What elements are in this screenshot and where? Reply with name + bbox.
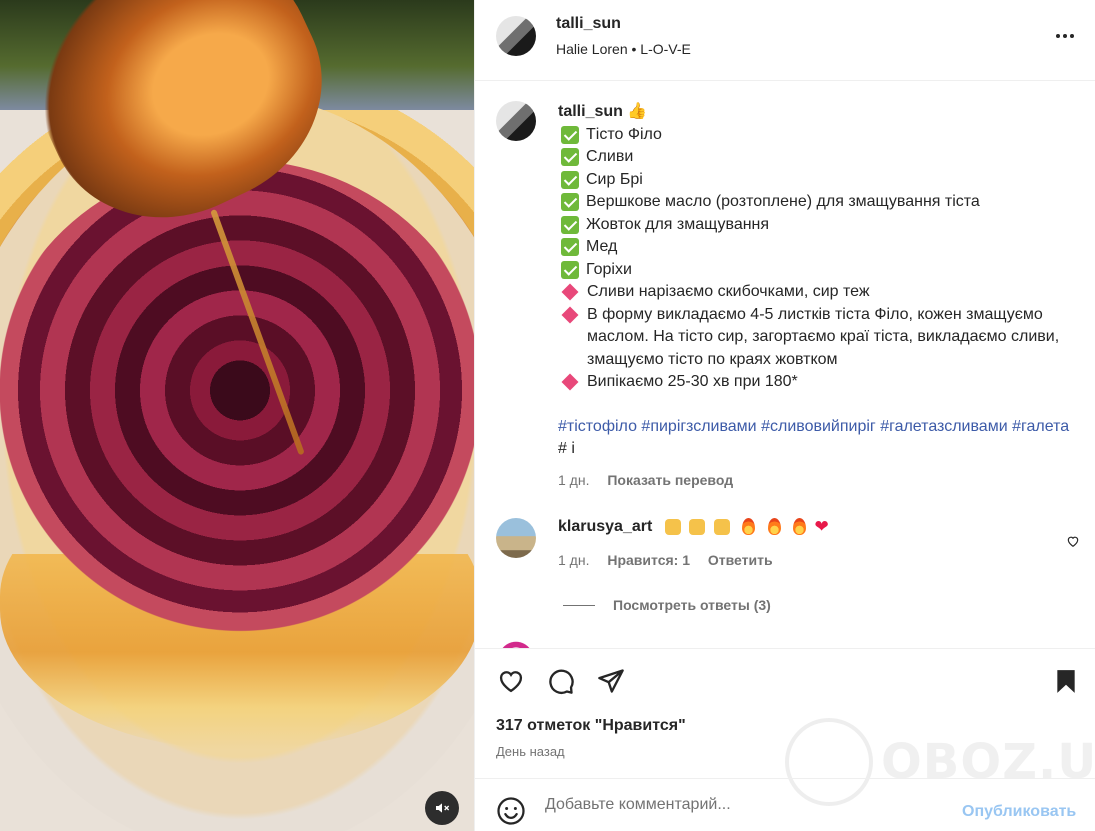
comment-meta: 1 дн. Нравится: 1 Ответить — [558, 552, 1038, 568]
like-button[interactable] — [496, 667, 526, 700]
check-mark-icon — [561, 238, 579, 256]
view-replies-label: Посмотреть ответы (3) — [613, 597, 771, 613]
comment-button[interactable] — [546, 667, 576, 700]
step-line: Сливи нарізаємо скибочками, сир теж — [558, 281, 1078, 304]
hashtag-link[interactable]: #пирігзсливами — [641, 418, 756, 435]
ingredient-text: Горіхи — [586, 260, 632, 278]
likes-count[interactable]: 317 отметок "Нравится" — [496, 717, 686, 735]
view-replies-button[interactable]: Посмотреть ответы (3) — [563, 597, 771, 613]
step-line: Випікаємо 25-30 хв при 180* — [558, 371, 1078, 394]
comment-time[interactable]: 1 дн. — [558, 552, 589, 568]
comment-input[interactable] — [545, 792, 955, 818]
next-comment-avatar-partial — [496, 639, 536, 648]
post-header: talli_sun Halie Loren • L-O-V-E — [475, 0, 1095, 81]
hashtags: #тістофіло #пирігзсливами #сливовийпиріг… — [558, 416, 1078, 461]
ingredient-line: Сливи — [558, 146, 1078, 169]
diamond-icon — [561, 373, 579, 391]
check-mark-icon — [561, 215, 579, 234]
mute-button[interactable] — [425, 791, 459, 825]
comment-body: klarusya_art ❤ 1 дн. Нравится: 1 Ответит… — [558, 518, 1038, 568]
ingredient-text: Вершкове масло (розтоплене) для змащуван… — [586, 193, 980, 210]
step-line: В форму викладаємо 4-5 листків тіста Філ… — [558, 304, 1078, 372]
muted-speaker-icon — [436, 803, 450, 813]
caption-author-avatar[interactable] — [496, 101, 536, 141]
hashtag-link[interactable]: #тістофіло — [558, 418, 637, 435]
hashtag-link[interactable]: #галетазсливами — [880, 418, 1007, 435]
author-username[interactable]: talli_sun — [556, 15, 621, 33]
reply-button[interactable]: Ответить — [708, 552, 773, 568]
ingredient-line: Вершкове масло (розтоплене) для змащуван… — [558, 191, 1078, 214]
post-time[interactable]: День назад — [496, 744, 565, 759]
caption-username[interactable]: talli_sun — [558, 103, 623, 120]
caption-body: talli_sun 👍 Тісто Філо Сливи Сир Брі Вер… — [558, 101, 1078, 491]
check-mark-icon — [561, 148, 579, 166]
add-comment-bar: Опубликовать — [475, 778, 1095, 831]
next-commenter-avatar — [496, 639, 536, 648]
more-dot-icon — [1070, 34, 1074, 38]
more-dot-icon — [1063, 34, 1067, 38]
ingredient-line: Сир Брі — [558, 169, 1078, 192]
check-mark-icon — [561, 125, 579, 144]
diamond-icon — [561, 283, 579, 301]
heart-outline-icon — [1067, 536, 1079, 547]
caption-time[interactable]: 1 дн. — [558, 472, 589, 488]
commenter-avatar[interactable] — [496, 518, 536, 558]
heart-outline-icon — [499, 671, 523, 693]
ingredient-line: Горіхи — [558, 259, 1078, 282]
clapping-emoji-icon — [689, 518, 706, 535]
audio-subtitle[interactable]: Halie Loren • L-O-V-E — [556, 41, 691, 57]
fire-emoji-icon — [793, 518, 807, 536]
hashtag-link[interactable]: #галета — [1012, 418, 1069, 435]
ingredient-text: Мед — [586, 238, 618, 255]
step-text: В форму викладаємо 4-5 листків тіста Філ… — [587, 305, 1060, 368]
check-mark-icon — [561, 260, 579, 279]
step-text: Випікаємо 25-30 хв при 180* — [587, 373, 798, 390]
commenter-username[interactable]: klarusya_art — [558, 518, 652, 535]
fire-emoji-icon — [742, 518, 756, 536]
ingredient-text: Тісто Філо — [586, 125, 662, 143]
check-mark-icon — [561, 193, 579, 211]
emoji-picker-button[interactable] — [496, 796, 526, 831]
ingredient-text: Сир Брі — [586, 170, 643, 188]
comments-scroll-area[interactable]: talli_sun 👍 Тісто Філо Сливи Сир Брі Вер… — [475, 81, 1095, 648]
media-plum-tart — [0, 160, 474, 640]
clapping-emoji-icon — [713, 518, 730, 535]
post-media-image[interactable] — [0, 0, 474, 831]
speech-bubble-icon — [549, 669, 574, 695]
author-avatar[interactable] — [496, 16, 536, 56]
show-translation-button[interactable]: Показать перевод — [607, 472, 733, 488]
paper-plane-icon — [598, 669, 624, 693]
ingredient-text: Жовток для змащування — [586, 215, 770, 233]
publish-button[interactable]: Опубликовать — [962, 803, 1076, 821]
share-button[interactable] — [596, 667, 626, 700]
step-text: Сливи нарізаємо скибочками, сир теж — [587, 283, 870, 300]
smiley-icon — [497, 797, 525, 825]
more-options-button[interactable] — [1053, 26, 1077, 46]
diamond-icon — [561, 306, 579, 323]
save-button[interactable] — [1053, 667, 1079, 700]
bookmark-filled-icon — [1057, 670, 1075, 693]
post-side-panel: talli_sun Halie Loren • L-O-V-E talli_su… — [474, 0, 1095, 831]
ingredient-line: Тісто Філо — [558, 124, 1078, 147]
clapping-emoji-icon — [664, 518, 681, 535]
ingredient-text: Сливи — [586, 148, 634, 165]
thumbs-up-emoji: 👍 — [627, 103, 648, 120]
comment-likes[interactable]: Нравится: 1 — [607, 552, 690, 568]
caption-meta: 1 дн. Показать перевод — [558, 469, 1078, 492]
comment-like-button[interactable] — [1066, 534, 1080, 553]
hashtag-tail: # і — [558, 440, 575, 457]
more-dot-icon — [1056, 34, 1060, 38]
replies-divider-line — [563, 604, 595, 606]
fire-emoji-icon — [767, 518, 781, 536]
ingredient-line: Жовток для змащування — [558, 214, 1078, 237]
hashtag-link[interactable]: #сливовийпиріг — [761, 418, 876, 435]
heart-emoji-icon: ❤ — [814, 516, 829, 536]
ingredient-line: Мед — [558, 236, 1078, 259]
check-mark-icon — [561, 170, 579, 189]
